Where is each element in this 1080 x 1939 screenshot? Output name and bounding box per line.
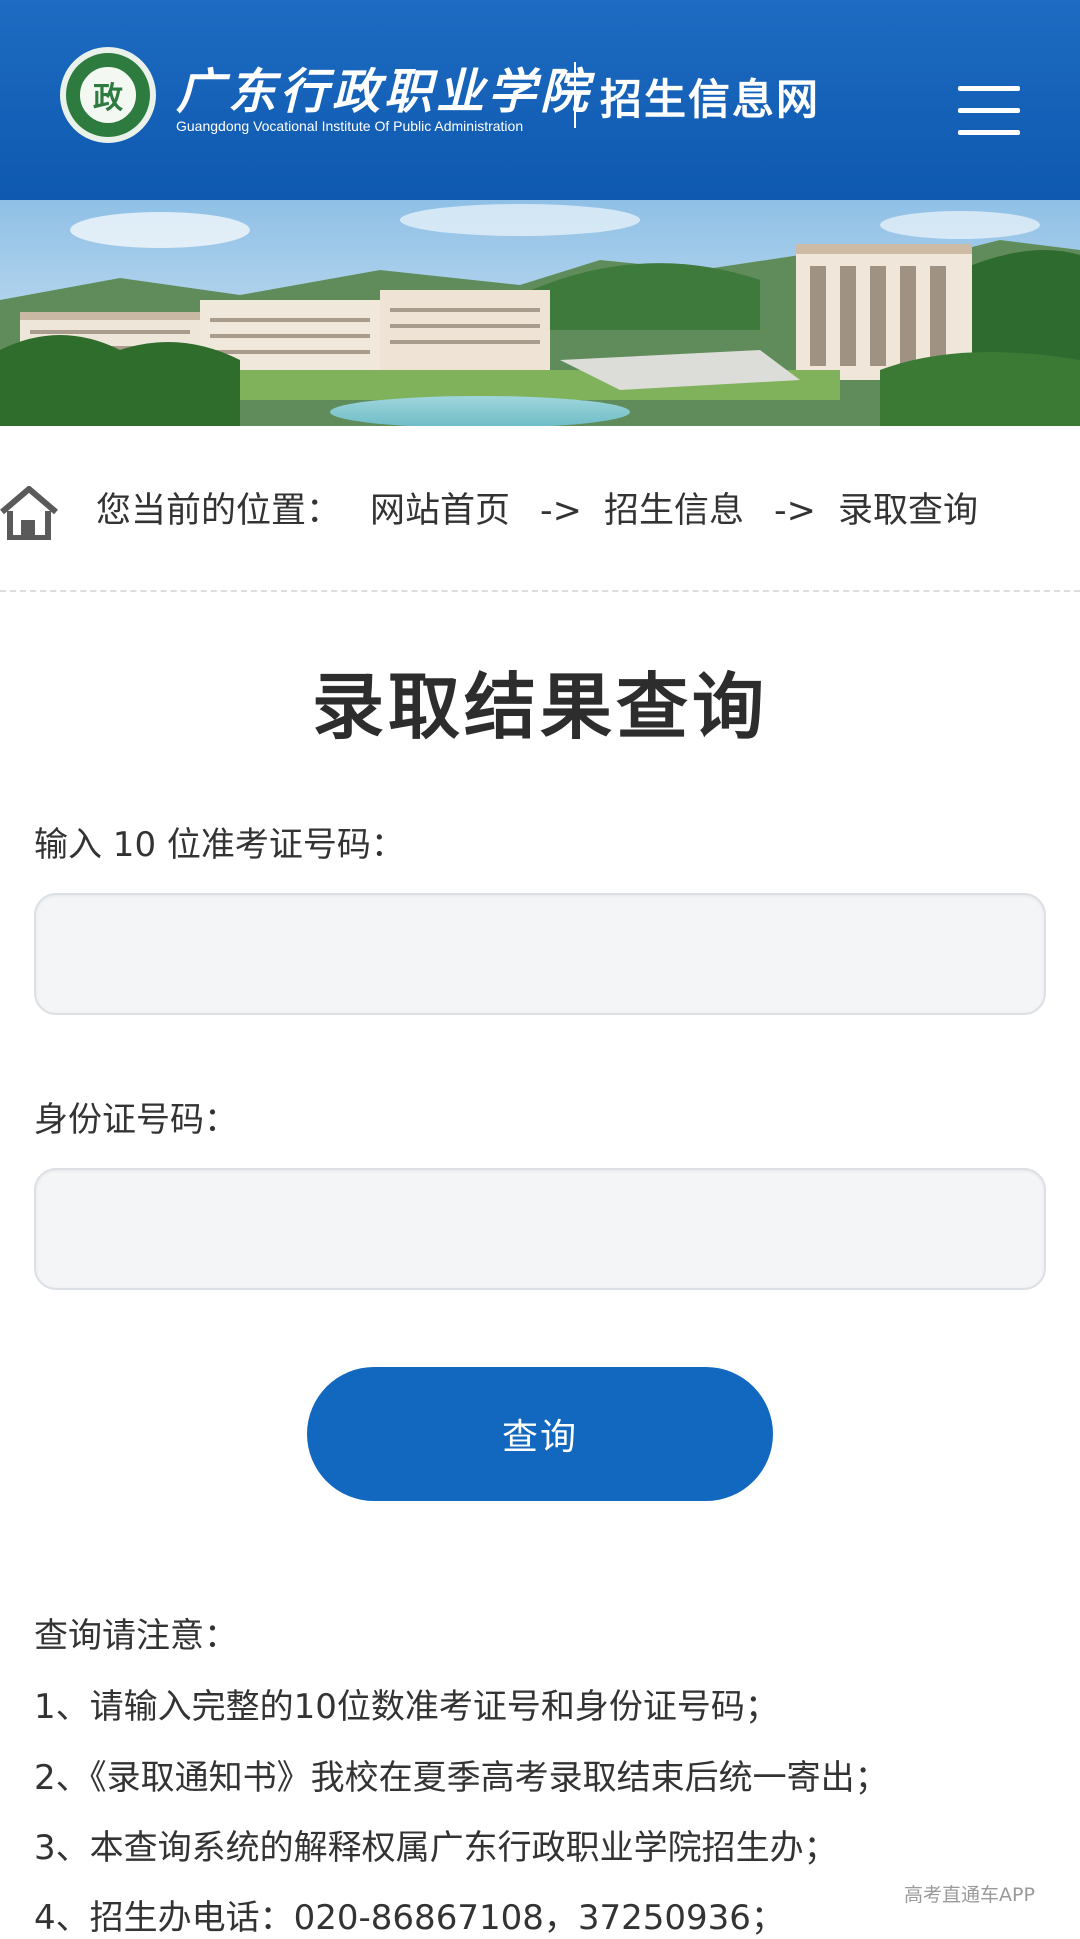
hamburger-icon-bar bbox=[958, 130, 1020, 135]
breadcrumb-separator: -> bbox=[774, 491, 816, 531]
campus-banner-image bbox=[0, 200, 1080, 426]
query-button[interactable]: 查询 bbox=[307, 1367, 773, 1501]
site-name: 招生信息网 bbox=[600, 75, 821, 124]
school-logo[interactable]: 政 bbox=[60, 47, 156, 143]
watermark: 高考直通车APP bbox=[904, 1884, 1035, 1906]
notes-title: 查询请注意： bbox=[34, 1616, 238, 1656]
exam-number-label: 输入 10 位准考证号码： bbox=[34, 825, 405, 865]
id-number-label: 身份证号码： bbox=[34, 1100, 238, 1140]
breadcrumb-separator: -> bbox=[540, 491, 582, 531]
school-name-english: Guangdong Vocational Institute Of Public… bbox=[176, 118, 524, 134]
menu-button[interactable] bbox=[958, 82, 1022, 138]
school-name[interactable]: 广东行政职业学院 bbox=[176, 52, 592, 122]
page-title: 录取结果查询 bbox=[311, 665, 768, 749]
note-item: 2、《录取通知书》我校在夏季高考录取结束后统一寄出； bbox=[34, 1758, 889, 1798]
site-header: 政 广东行政职业学院 Guangdong Vocational Institut… bbox=[0, 0, 1080, 200]
breadcrumb-prefix: 您当前的位置： bbox=[96, 491, 342, 531]
note-item: 3、本查询系统的解释权属广东行政职业学院招生办； bbox=[34, 1828, 838, 1868]
hamburger-icon bbox=[958, 86, 1020, 91]
note-item: 1、请输入完整的10位数准考证号和身份证号码； bbox=[34, 1687, 779, 1727]
logo-emblem-text: 政 bbox=[78, 65, 138, 125]
breadcrumb: 您当前的位置： 网站首页 -> 招生信息 -> 录取查询 bbox=[0, 426, 1080, 592]
note-item: 4、招生办电话：020-86867108，37250936； bbox=[34, 1898, 785, 1938]
breadcrumb-admissions-link[interactable]: 招生信息 bbox=[604, 486, 744, 536]
header-divider bbox=[574, 62, 576, 128]
hamburger-icon-bar bbox=[958, 108, 1020, 113]
exam-number-input[interactable] bbox=[34, 893, 1046, 1015]
breadcrumb-home-link[interactable]: 网站首页 bbox=[370, 486, 510, 536]
home-icon[interactable] bbox=[0, 486, 58, 540]
id-number-input[interactable] bbox=[34, 1168, 1046, 1290]
breadcrumb-current: 录取查询 bbox=[838, 491, 979, 531]
